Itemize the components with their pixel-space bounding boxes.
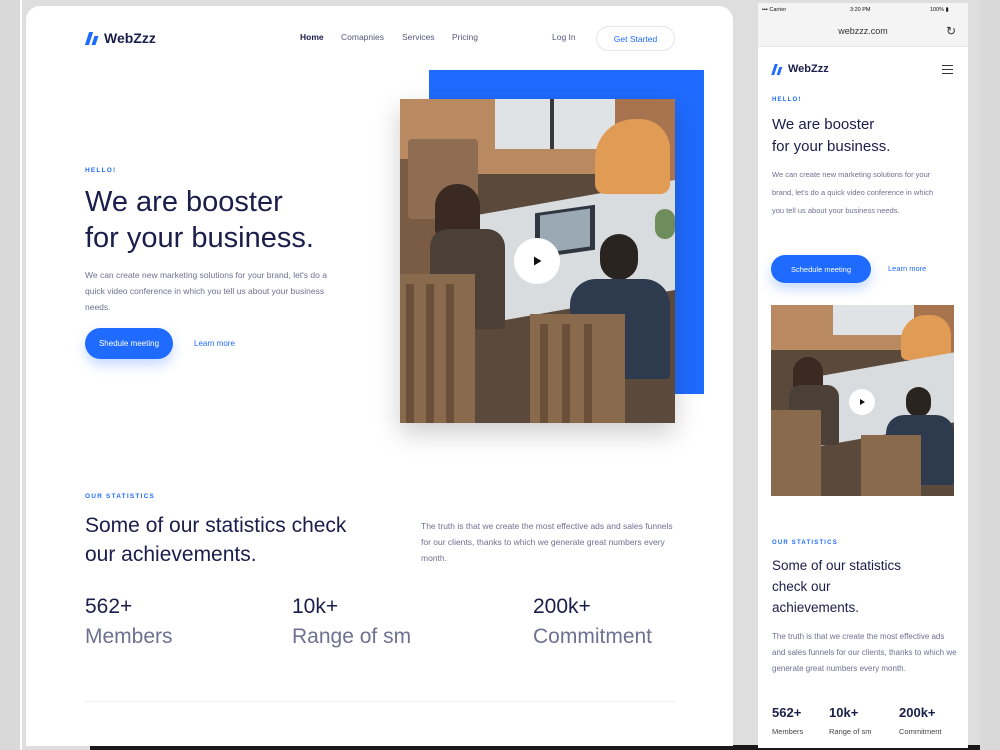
mobile-brand-logo[interactable]: WebZzz [771,63,829,75]
brand-logo[interactable]: WebZzz [84,30,156,46]
hero-title: We are booster for your business. [85,186,314,254]
browser-url-bar[interactable]: webzzz.com ↻ [758,17,968,47]
status-time: 3:20 PM [850,7,871,13]
login-link[interactable]: Log In [552,32,576,42]
mobile-stat-commitment-value: 200k+ [899,705,936,720]
stat-members-value: 562+ [85,595,133,618]
hero-description: We can create new marketing solutions fo… [85,270,327,312]
carrier-label: ▪▪▪ Carrier [762,7,787,13]
webzzz-logo-icon [84,31,99,45]
mobile-stat-members-label: Members [772,727,804,736]
battery-label: 100% ▮ [930,7,949,13]
hamburger-icon[interactable] [942,65,953,75]
stat-range-value: 10k+ [292,595,339,618]
brand-name: WebZzz [104,30,156,46]
mobile-learn-more-link[interactable]: Learn more [888,264,926,273]
stat-range-label: Range of sm [292,625,412,648]
stats-description: The truth is that we create the most eff… [421,521,673,563]
reload-icon[interactable]: ↻ [946,24,956,38]
mobile-hero-eyebrow: HELLO! [772,97,802,103]
section-divider [85,701,675,702]
mobile-hero-description: We can create new marketing solutions fo… [772,170,934,215]
nav-services[interactable]: Services [402,32,435,42]
stat-commitment-value: 200k+ [533,595,591,618]
mobile-stats-eyebrow: OUR STATISTICS [772,540,838,546]
stat-commitment-label: Commitment [533,625,653,648]
desktop-page: WebZzz Home Comapnies Services Pricing L… [26,6,733,746]
mobile-stat-members-value: 562+ [772,705,802,720]
mobile-stats-title: Some of our statistics check our achieve… [772,558,902,615]
mobile-stat-commitment-label: Commitment [899,727,942,736]
nav-pricing[interactable]: Pricing [452,32,478,42]
mobile-play-button[interactable] [849,389,875,415]
hero-video-thumbnail[interactable] [400,99,675,423]
stats-title: Some of our statistics check our achieve… [85,514,347,566]
nav-home[interactable]: Home [300,32,324,42]
mobile-stats-description: The truth is that we create the most eff… [772,632,957,673]
play-icon [860,399,865,405]
mobile-stat-range-value: 10k+ [829,705,859,720]
mobile-video-thumbnail[interactable] [771,305,954,496]
mobile-stat-range-label: Range of sm [829,727,872,736]
hero-eyebrow: HELLO! [85,167,117,174]
stat-members-label: Members [85,625,173,648]
get-started-button[interactable]: Get Started [596,26,675,51]
mobile-brand-name: WebZzz [788,63,829,75]
stats-eyebrow: OUR STATISTICS [85,493,156,500]
nav-companies[interactable]: Comapnies [341,32,384,42]
url-text[interactable]: webzzz.com [758,26,968,36]
schedule-meeting-button[interactable]: Shedule meeting [85,328,173,359]
learn-more-link[interactable]: Learn more [194,339,235,348]
status-bar: ▪▪▪ Carrier 3:20 PM 100% ▮ [758,3,968,17]
mobile-page: ▪▪▪ Carrier 3:20 PM 100% ▮ webzzz.com ↻ … [758,3,968,748]
mobile-hero-title: We are booster for your business. [772,116,891,155]
mobile-schedule-meeting-button[interactable]: Schedule meeting [771,255,871,283]
play-button[interactable] [514,238,560,284]
play-icon [534,256,542,266]
webzzz-logo-icon [771,63,783,75]
